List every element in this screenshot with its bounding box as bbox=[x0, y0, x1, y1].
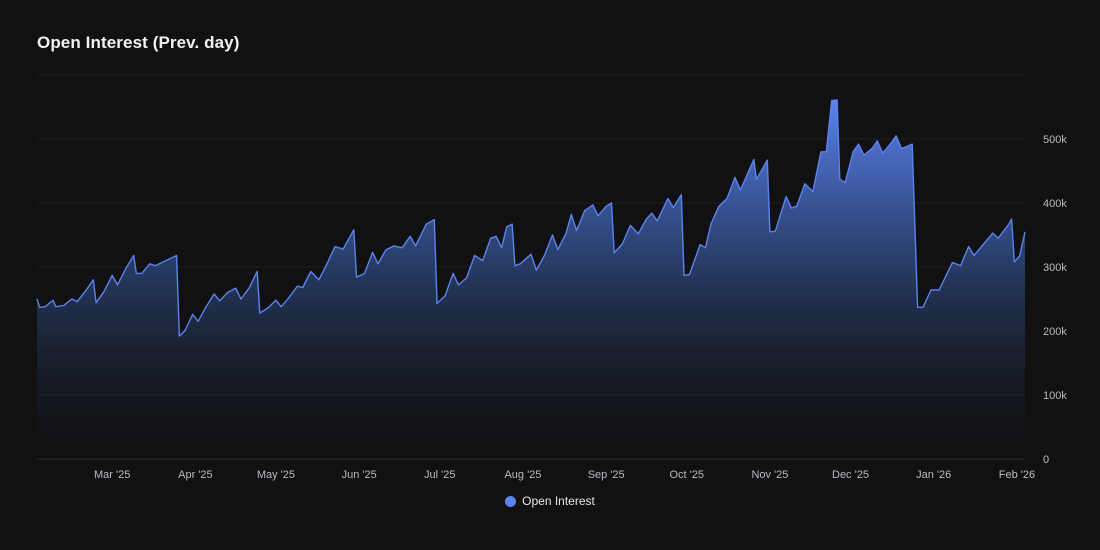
y-tick-label: 300k bbox=[1043, 262, 1067, 274]
x-tick-label: May '25 bbox=[257, 469, 295, 481]
x-tick-label: Oct '25 bbox=[669, 469, 704, 481]
x-tick-label: Jun '25 bbox=[342, 469, 377, 481]
x-tick-label: Nov '25 bbox=[751, 469, 788, 481]
y-tick-label: 200k bbox=[1043, 326, 1067, 338]
series-area bbox=[37, 100, 1025, 459]
y-axis: 0 100k 200k 300k 400k 500k bbox=[1043, 134, 1067, 466]
x-tick-label: Jan '26 bbox=[916, 469, 951, 481]
legend-label: Open Interest bbox=[522, 494, 595, 508]
x-tick-label: Mar '25 bbox=[94, 469, 130, 481]
x-tick-label: Sep '25 bbox=[588, 469, 625, 481]
y-tick-label: 100k bbox=[1043, 390, 1067, 402]
x-axis: Mar '25 Apr '25 May '25 Jun '25 Jul '25 Aug '… bbox=[94, 469, 1035, 481]
x-tick-label: Feb '26 bbox=[999, 469, 1035, 481]
legend-item-open-interest[interactable]: Open Interest bbox=[505, 494, 595, 508]
open-interest-chart: 0 100k 200k 300k 400k 500k Mar '25 Apr '25 May … bbox=[36, 74, 1067, 481]
x-tick-label: Jul '25 bbox=[424, 469, 455, 481]
x-tick-label: Apr '25 bbox=[178, 469, 213, 481]
y-tick-label: 0 bbox=[1043, 454, 1049, 466]
legend: Open Interest bbox=[0, 494, 1100, 508]
y-tick-label: 400k bbox=[1043, 198, 1067, 210]
plot-area bbox=[36, 99, 1026, 459]
y-tick-label: 500k bbox=[1043, 134, 1067, 146]
x-tick-label: Aug '25 bbox=[504, 469, 541, 481]
legend-swatch-icon bbox=[505, 495, 517, 507]
x-tick-label: Dec '25 bbox=[832, 469, 869, 481]
